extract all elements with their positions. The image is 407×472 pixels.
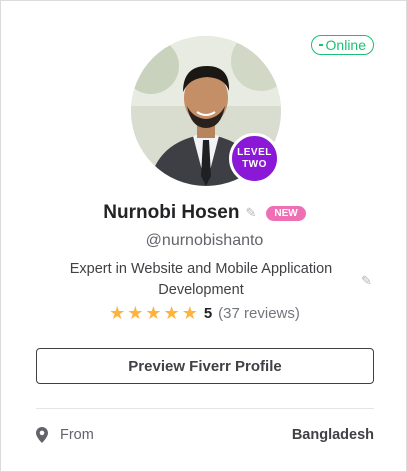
- star-icon: ★: [127, 303, 144, 323]
- from-row: From Bangladesh: [36, 427, 374, 443]
- seller-handle: @nurnobishanto: [145, 232, 264, 249]
- star-icon: ★: [163, 303, 180, 323]
- seller-name: Nurnobi Hosen: [103, 202, 240, 223]
- preview-fiverr-profile-button[interactable]: Preview Fiverr Profile: [36, 348, 374, 384]
- level-badge-line2: TWO: [242, 158, 267, 170]
- level-badge-line1: LEVEL: [237, 146, 272, 158]
- rating-score: 5: [203, 304, 213, 322]
- divider: [36, 408, 374, 409]
- star-icon: ★: [181, 303, 198, 323]
- name-row: Nurnobi Hosen ✎ NEW: [1, 202, 407, 224]
- pencil-icon[interactable]: ✎: [245, 205, 256, 221]
- online-status-badge: Online: [310, 35, 374, 55]
- edit-description-pencil-icon[interactable]: ✎: [361, 273, 372, 289]
- review-count[interactable]: (37 reviews): [218, 305, 300, 322]
- new-seller-badge: NEW: [266, 205, 306, 221]
- online-status-label: Online: [325, 37, 366, 53]
- location-pin-icon: [36, 427, 48, 443]
- seller-profile-card: Online LEVEL TWO Nurnobi Hosen ✎ NEW @nu…: [0, 0, 407, 472]
- star-icon: ★: [109, 303, 126, 323]
- level-two-badge: LEVEL TWO: [229, 133, 280, 184]
- rating-row: ★ ★ ★ ★ ★ 5 (37 reviews): [1, 304, 407, 322]
- from-label: From: [60, 427, 94, 443]
- from-country: Bangladesh: [291, 427, 374, 443]
- star-icon: ★: [145, 303, 162, 323]
- seller-description: Expert in Website and Mobile Application…: [69, 261, 333, 298]
- online-dot-icon: [318, 44, 323, 46]
